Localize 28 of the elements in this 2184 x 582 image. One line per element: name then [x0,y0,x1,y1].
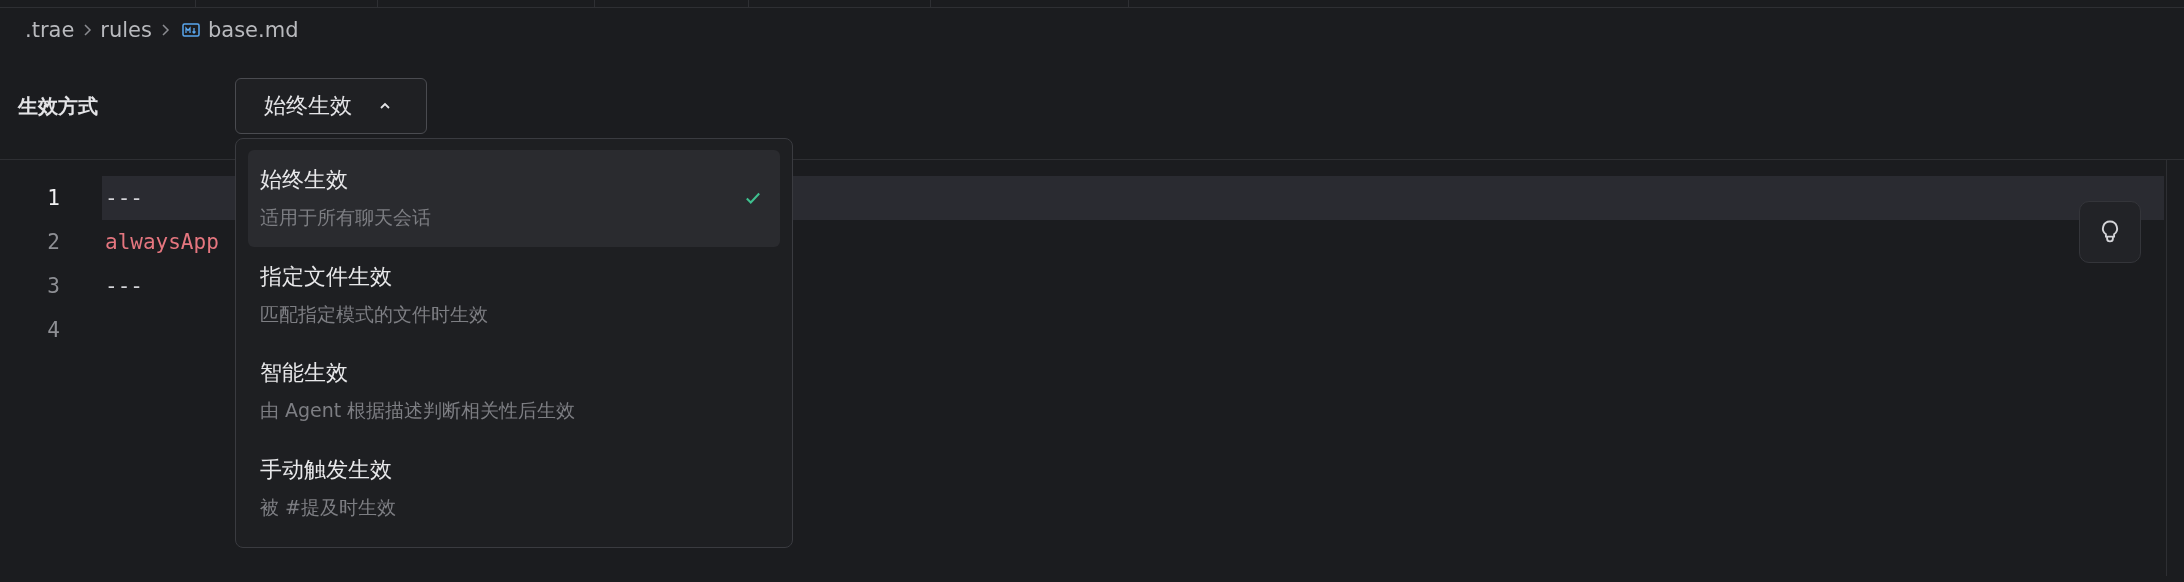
line-number: 4 [46,318,60,342]
markdown-file-icon [182,23,200,37]
lightbulb-button[interactable] [2079,201,2141,263]
setting-label: 生效方式 [18,92,99,120]
line-number: 1 [46,186,60,210]
option-description: 由 Agent 根据描述判断相关性后生效 [260,398,576,424]
option-title: 手动触发生效 [260,455,393,484]
option-description: 匹配指定模式的文件时生效 [260,301,488,327]
chevron-right-icon [82,22,93,38]
code-text: --- [105,186,143,210]
mode-dropdown[interactable]: 始终生效 [235,78,427,134]
option-title: 始终生效 [260,166,349,195]
option-title: 智能生效 [260,359,349,388]
option-title: 指定文件生效 [260,262,393,291]
breadcrumb-item[interactable]: base.md [208,18,299,42]
breadcrumb-item[interactable]: rules [100,18,152,42]
line-number: 2 [46,230,60,254]
chevron-right-icon [160,22,170,38]
menu-option[interactable]: 手动触发生效 被 #提及时生效 [248,439,780,536]
menu-option[interactable]: 指定文件生效 匹配指定模式的文件时生效 [248,246,780,343]
option-description: 被 #提及时生效 [260,494,396,520]
line-number: 3 [46,274,60,298]
code-text: alwaysApp [105,230,219,254]
code-text: --- [105,274,143,298]
menu-option[interactable]: 始终生效 适用于所有聊天会话 [248,150,780,247]
menu-option[interactable]: 智能生效 由 Agent 根据描述判断相关性后生效 [248,343,780,440]
breadcrumb-item[interactable]: .trae [25,18,75,42]
option-description: 适用于所有聊天会话 [260,205,431,231]
